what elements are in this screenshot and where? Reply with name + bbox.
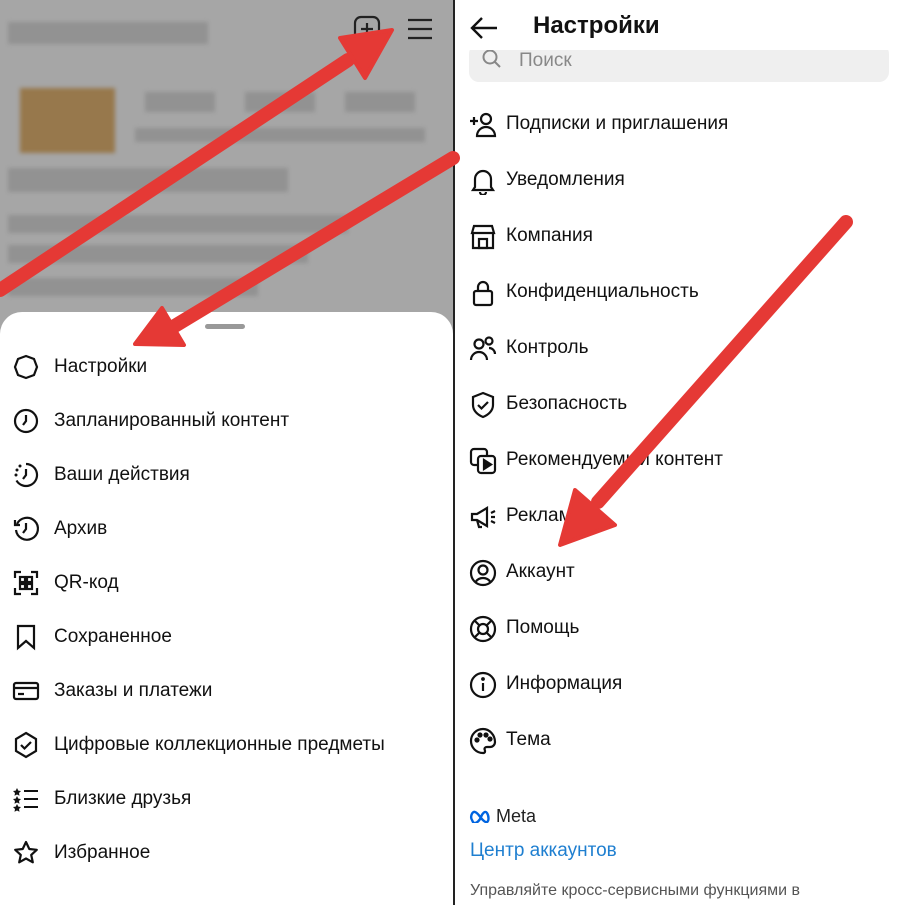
settings-item-ads[interactable]: Реклама <box>455 492 910 542</box>
suggested-content-icon <box>469 447 497 475</box>
info-icon <box>469 671 497 699</box>
hamburger-menu-icon[interactable] <box>405 14 435 44</box>
header-bar: Настройки <box>455 0 910 50</box>
menu-item-scheduled[interactable]: Запланированный контент <box>0 394 453 448</box>
menu-item-label: Настройки <box>54 356 148 377</box>
settings-item-label: Реклама <box>506 505 583 526</box>
settings-icon <box>12 353 40 381</box>
settings-item-label: Помощь <box>506 617 580 638</box>
meta-infinity-icon <box>469 809 493 825</box>
settings-item-help[interactable]: Помощь <box>455 604 910 654</box>
meta-label: Meta <box>496 805 537 826</box>
back-arrow-icon[interactable] <box>469 14 499 42</box>
settings-item-security[interactable]: Безопасность <box>455 380 910 430</box>
settings-item-theme[interactable]: Тема <box>455 716 910 766</box>
menu-item-settings[interactable]: Настройки <box>0 340 453 394</box>
account-icon <box>469 559 497 587</box>
star-icon <box>12 839 40 867</box>
menu-item-collectibles[interactable]: Цифровые коллекционные предметы <box>0 718 453 772</box>
settings-item-label: Уведомления <box>506 169 625 190</box>
archive-icon <box>12 515 40 543</box>
menu-item-label: Ваши действия <box>54 464 190 485</box>
menu-item-label: Заказы и платежи <box>54 680 213 701</box>
settings-item-supervision[interactable]: Контроль <box>455 324 910 374</box>
settings-item-label: Информация <box>506 673 623 694</box>
settings-item-label: Рекомендуемый контент <box>506 449 724 470</box>
lifebuoy-icon <box>469 615 497 643</box>
collectibles-icon <box>12 731 40 759</box>
shop-icon <box>469 223 497 251</box>
settings-item-label: Конфиденциальность <box>506 281 699 302</box>
menu-item-label: QR-код <box>54 572 119 593</box>
bottom-sheet-menu: Настройки Запланированный контент Ваши д… <box>0 312 453 905</box>
bell-icon <box>469 167 497 197</box>
settings-item-suggested[interactable]: Рекомендуемый контент <box>455 436 910 486</box>
clock-icon <box>12 407 40 435</box>
settings-item-label: Тема <box>506 729 551 750</box>
menu-item-saved[interactable]: Сохраненное <box>0 610 453 664</box>
settings-item-account[interactable]: Аккаунт <box>455 548 910 598</box>
lock-icon <box>469 279 497 307</box>
menu-item-close-friends[interactable]: Близкие друзья <box>0 772 453 826</box>
settings-item-label: Контроль <box>506 337 589 358</box>
menu-item-qr[interactable]: QR-код <box>0 556 453 610</box>
menu-item-label: Сохраненное <box>54 626 172 647</box>
menu-item-label: Близкие друзья <box>54 788 192 809</box>
menu-item-label: Архив <box>54 518 108 539</box>
supervision-icon <box>469 335 497 363</box>
add-person-icon <box>469 111 497 139</box>
menu-item-label: Запланированный контент <box>54 410 290 431</box>
menu-item-archive[interactable]: Архив <box>0 502 453 556</box>
palette-icon <box>469 727 497 755</box>
settings-item-privacy[interactable]: Конфиденциальность <box>455 268 910 318</box>
settings-item-about[interactable]: Информация <box>455 660 910 710</box>
search-icon <box>481 48 503 70</box>
search-placeholder: Поиск <box>519 50 572 71</box>
menu-item-orders[interactable]: Заказы и платежи <box>0 664 453 718</box>
meta-logo: Meta <box>469 806 536 826</box>
qr-code-icon <box>12 569 40 597</box>
page-title: Настройки <box>533 12 660 39</box>
menu-item-activity[interactable]: Ваши действия <box>0 448 453 502</box>
shield-icon <box>469 391 497 419</box>
close-friends-icon <box>12 785 40 813</box>
settings-item-label: Аккаунт <box>506 561 575 582</box>
bookmark-icon <box>12 623 40 651</box>
accounts-center-link[interactable]: Центр аккаунтов <box>470 840 617 862</box>
card-icon <box>12 677 40 705</box>
dim-overlay <box>0 0 453 340</box>
activity-icon <box>12 461 40 489</box>
menu-item-label: Избранное <box>54 842 151 863</box>
new-post-icon[interactable] <box>352 14 382 44</box>
settings-item-label: Безопасность <box>506 393 628 414</box>
settings-screen: Поиск Настройки Подписки и приглашения У… <box>455 0 910 905</box>
accounts-center-description: Управляйте кросс-сервисными функциями в <box>470 882 801 899</box>
menu-item-favorites[interactable]: Избранное <box>0 826 453 880</box>
settings-item-label: Подписки и приглашения <box>506 113 729 134</box>
settings-item-notifications[interactable]: Уведомления <box>455 156 910 206</box>
megaphone-icon <box>469 503 497 531</box>
profile-screen: Настройки Запланированный контент Ваши д… <box>0 0 453 905</box>
settings-item-business[interactable]: Компания <box>455 212 910 262</box>
settings-item-follows[interactable]: Подписки и приглашения <box>455 100 910 150</box>
sheet-drag-handle[interactable] <box>205 324 245 329</box>
menu-item-label: Цифровые коллекционные предметы <box>54 734 385 755</box>
settings-item-label: Компания <box>506 225 593 246</box>
